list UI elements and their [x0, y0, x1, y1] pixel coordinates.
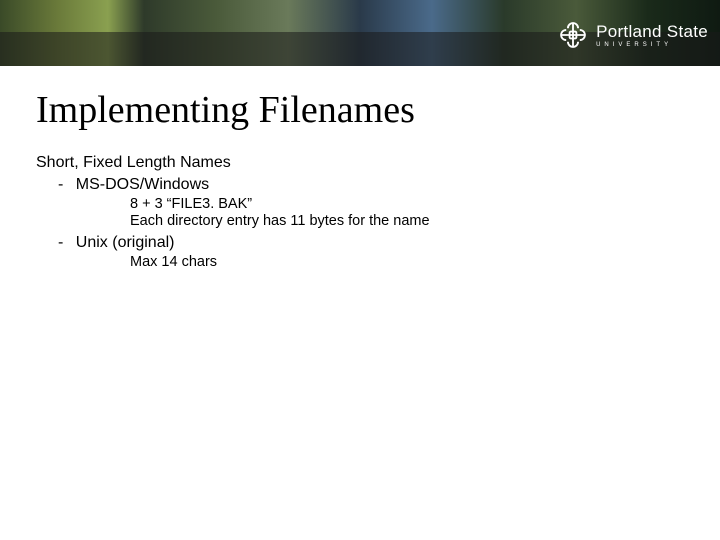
slide-content: Implementing Filenames Short, Fixed Leng… [0, 66, 720, 270]
brand-name: Portland State [596, 23, 708, 40]
header-banner: Portland State UNIVERSITY [0, 0, 720, 66]
slide-title: Implementing Filenames [36, 88, 684, 132]
bullet-unix: Unix (original) [76, 234, 684, 252]
brand-block: Portland State UNIVERSITY [556, 18, 708, 52]
bullet-msdos-detail-2: Each directory entry has 11 bytes for th… [130, 213, 684, 229]
brand-subtitle: UNIVERSITY [596, 42, 708, 48]
bullet-unix-detail-1: Max 14 chars [130, 254, 684, 270]
bullet-msdos: MS-DOS/Windows [76, 176, 684, 194]
bullet-msdos-detail-1: 8 + 3 “FILE3. BAK” [130, 196, 684, 212]
psu-logo-icon [556, 18, 590, 52]
slide-subhead: Short, Fixed Length Names [36, 154, 684, 172]
